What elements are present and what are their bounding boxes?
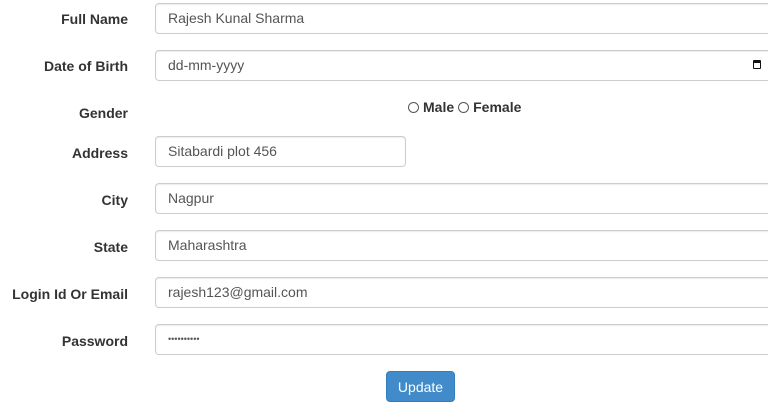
gender-radio-group: Male Female [408,99,525,115]
dob-field[interactable]: dd-mm-yyyy [155,50,768,81]
profile-form: Full Name Rajesh Kunal Sharma Date of Bi… [0,0,768,402]
full-name-value: Rajesh Kunal Sharma [168,10,305,26]
address-field[interactable]: Sitabardi plot 456 [155,136,406,167]
city-label: City [101,192,128,208]
login-field[interactable]: rajesh123@gmail.com [155,277,768,308]
female-label: Female [473,99,522,115]
male-radio[interactable] [408,101,419,113]
password-field[interactable]: •••••••••• [155,324,768,355]
login-label: Login Id Or Email [12,286,128,302]
city-field[interactable]: Nagpur [155,183,768,214]
password-value: •••••••••• [168,334,200,344]
full-name-field[interactable]: Rajesh Kunal Sharma [155,3,768,34]
update-button[interactable]: Update [386,371,455,402]
address-value: Sitabardi plot 456 [168,143,277,159]
state-value: Maharashtra [168,237,247,253]
password-label: Password [61,333,128,349]
dob-label: Date of Birth [44,58,128,74]
full-name-label: Full Name [61,11,128,27]
calendar-icon[interactable] [753,60,761,69]
gender-label: Gender [78,105,128,121]
city-value: Nagpur [168,190,214,206]
male-label: Male [423,99,455,115]
female-radio[interactable] [458,101,470,113]
gender-option-male[interactable]: Male [408,99,454,115]
dob-placeholder: dd-mm-yyyy [168,57,245,73]
address-label: Address [71,145,128,161]
state-field[interactable]: Maharashtra [155,230,768,261]
gender-option-female[interactable]: Female [458,99,521,115]
state-label: State [93,239,128,255]
login-value: rajesh123@gmail.com [168,284,308,300]
